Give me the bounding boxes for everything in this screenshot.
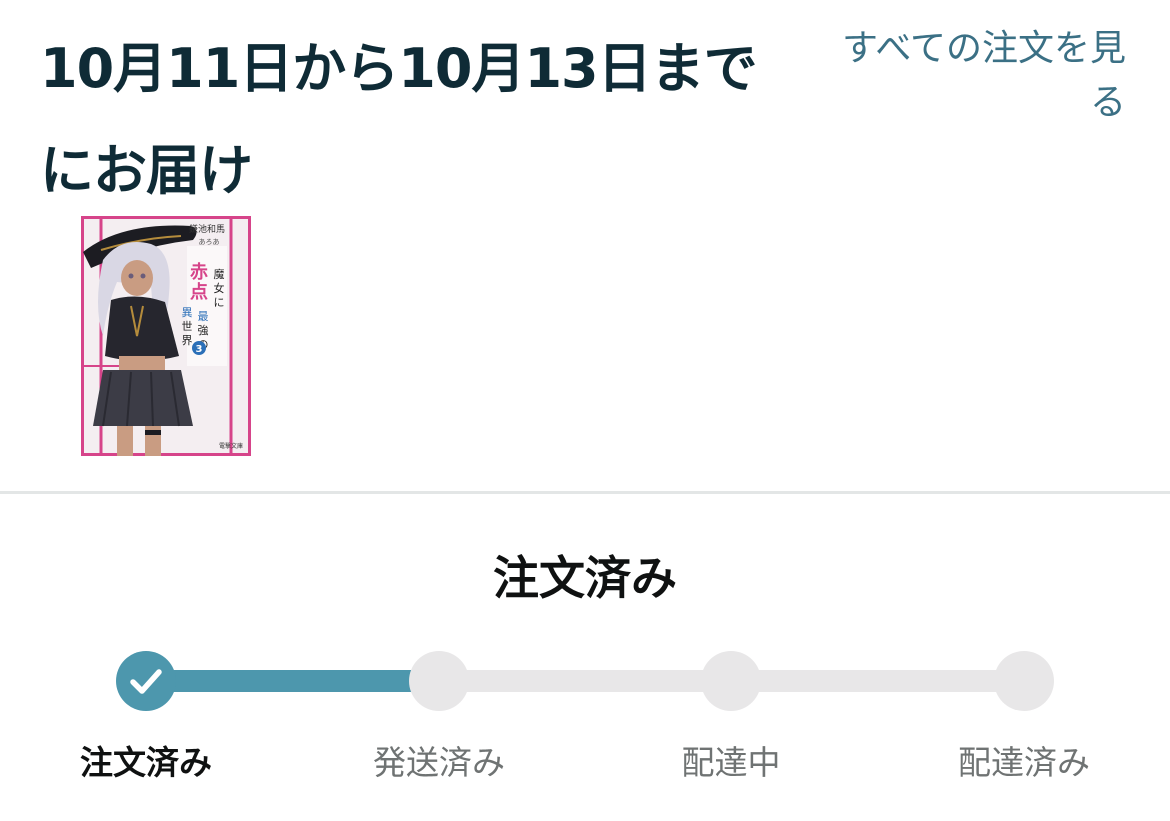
progress-tracker — [0, 640, 1170, 730]
svg-text:界: 界 — [182, 334, 193, 347]
svg-text:あろあ: あろあ — [199, 238, 220, 246]
step-label-delivered: 配達済み — [958, 743, 1090, 782]
delivery-date-heading: 10月11日から10月13日までにお届け — [40, 37, 758, 202]
svg-text:3: 3 — [196, 344, 203, 355]
svg-text:最: 最 — [198, 310, 209, 323]
step-label-in-transit: 配達中 — [681, 743, 781, 782]
svg-text:に: に — [214, 296, 225, 309]
product-thumbnail[interactable]: 鎌池和馬 あろあ 赤 点 魔 女 に 異 世 界 最 強 の 3 電撃文庫 — [81, 216, 251, 456]
svg-text:異: 異 — [182, 306, 193, 319]
step-dot-shipped — [409, 651, 469, 711]
svg-text:電撃文庫: 電撃文庫 — [219, 442, 243, 450]
progress-fill — [146, 670, 436, 692]
svg-text:女: 女 — [214, 281, 225, 295]
order-status-title: 注文済み — [493, 551, 677, 605]
step-label-ordered: 注文済み — [80, 743, 212, 782]
svg-text:世: 世 — [182, 320, 193, 333]
checkmark-icon — [130, 669, 162, 694]
step-dot-in-transit — [701, 651, 761, 711]
svg-text:点: 点 — [190, 281, 208, 303]
svg-text:魔: 魔 — [214, 267, 225, 281]
step-dot-ordered — [116, 651, 176, 711]
view-all-orders-link[interactable]: すべての注文を見る — [806, 22, 1126, 130]
step-dot-delivered — [994, 651, 1054, 711]
svg-text:赤: 赤 — [190, 262, 208, 283]
step-label-shipped: 発送済み — [373, 743, 505, 782]
svg-text:強: 強 — [198, 324, 209, 337]
svg-text:鎌池和馬: 鎌池和馬 — [189, 223, 225, 235]
section-divider — [0, 491, 1170, 494]
